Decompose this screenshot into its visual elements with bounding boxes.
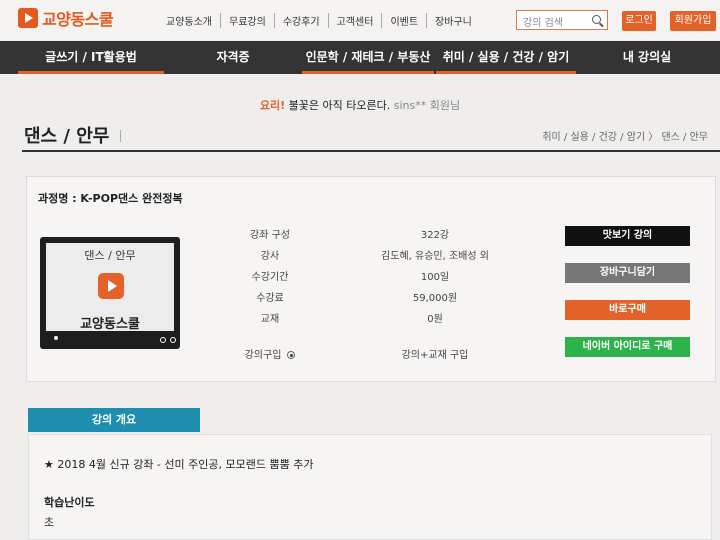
difficulty-value: 초: [44, 516, 55, 529]
info-label-composition: 강좌 구성: [250, 230, 290, 241]
menu-humanities[interactable]: 인문학 / 재테크 / 부동산: [302, 41, 434, 74]
breadcrumb[interactable]: 취미 / 실용 / 건강 / 암기 〉 댄스 / 안무: [542, 128, 708, 143]
notice-message: 불꽃은 아직 타오른다.: [288, 99, 391, 112]
add-to-cart-button[interactable]: 장바구니담기: [565, 263, 690, 283]
radio-selected-icon[interactable]: [287, 351, 296, 359]
preview-button[interactable]: 맛보기 강의: [565, 226, 690, 246]
info-value-composition: 322강: [420, 230, 450, 241]
purchase-option-lecture-book-label: 강의+교재 구입: [401, 350, 469, 361]
course-thumbnail[interactable]: 댄스 / 안무 교양동스쿨: [40, 237, 180, 349]
logo-play-icon: [18, 8, 38, 28]
play-icon[interactable]: [98, 273, 124, 299]
thumbnail-logo: 교양동스쿨: [80, 317, 140, 332]
thumbnail-control-icon: [160, 337, 166, 343]
search-placeholder: 강의 검색: [523, 18, 563, 29]
top-nav: 교양동소개 무료강의 수강후기 고객센터 이벤트 장바구니: [158, 13, 480, 28]
thumbnail-dot-icon: [54, 336, 58, 340]
nav-customer-center[interactable]: 고객센터: [327, 13, 382, 28]
title-divider: [120, 130, 121, 142]
nav-events[interactable]: 이벤트: [381, 13, 426, 28]
menu-hobby[interactable]: 취미 / 실용 / 건강 / 암기: [436, 41, 576, 74]
menu-certificates[interactable]: 자격증: [166, 41, 300, 74]
notice-prefix: 요리!: [259, 99, 286, 112]
notice-user: sins**: [393, 99, 427, 112]
overview-section: [28, 434, 712, 540]
main-menu: 글쓰기 / IT활용법 자격증 인문학 / 재테크 / 부동산 취미 / 실용 …: [0, 41, 720, 74]
info-label-period: 수강기간: [251, 272, 289, 283]
menu-my-classroom[interactable]: 내 강의실: [578, 41, 716, 74]
thumbnail-control-icon: [170, 337, 176, 343]
difficulty-label: 학습난이도: [44, 496, 95, 509]
notice-suffix: 회원님: [429, 99, 461, 112]
nav-cart[interactable]: 장바구니: [426, 13, 480, 28]
purchase-option-lecture[interactable]: 강의구입: [230, 346, 310, 361]
site-logo[interactable]: 교양동스쿨: [18, 6, 114, 30]
page-title: 댄스 / 안무: [24, 126, 110, 147]
thumbnail-screen: 댄스 / 안무 교양동스쿨: [46, 243, 174, 332]
signup-button[interactable]: 회원가입: [670, 11, 716, 31]
info-label-instructor: 강사: [260, 251, 280, 262]
login-button[interactable]: 로그인: [622, 11, 656, 31]
purchase-option-lecture-label: 강의구입: [244, 350, 282, 361]
info-label-fee: 수강료: [256, 293, 284, 304]
title-rule: [22, 150, 720, 152]
naver-buy-button[interactable]: 네이버 아이디로 구매: [565, 337, 690, 357]
tab-overview[interactable]: 강의 개요: [28, 408, 200, 432]
info-value-period: 100일: [420, 272, 450, 283]
menu-writing-it[interactable]: 글쓰기 / IT활용법: [18, 41, 164, 74]
purchase-option-lecture-book[interactable]: 강의+교재 구입: [370, 346, 500, 361]
search-icon[interactable]: [592, 15, 601, 24]
info-value-textbook: 0원: [427, 314, 443, 325]
thumbnail-category: 댄스 / 안무: [84, 249, 136, 262]
welcome-notice: 요리! 불꽃은 아직 타오른다. sins** 회원님: [0, 97, 720, 113]
info-label-textbook: 교재: [260, 314, 280, 325]
nav-reviews[interactable]: 수강후기: [273, 13, 328, 28]
update-note: ★ 2018 4월 신규 강좌 - 선미 주인공, 모모랜드 뿜뿜 추가: [44, 458, 314, 471]
nav-free-lectures[interactable]: 무료강의: [220, 13, 274, 28]
logo-text: 교양동스쿨: [42, 10, 114, 29]
search-input[interactable]: 강의 검색: [516, 10, 608, 30]
info-value-fee: 59,000원: [412, 293, 458, 304]
info-value-instructor: 김도혜, 유승민, 조배성 외: [381, 251, 489, 262]
nav-about[interactable]: 교양동소개: [158, 13, 220, 28]
buy-now-button[interactable]: 바로구매: [565, 300, 690, 320]
course-name: 과정명 : K-POP댄스 완전정복: [38, 192, 183, 205]
